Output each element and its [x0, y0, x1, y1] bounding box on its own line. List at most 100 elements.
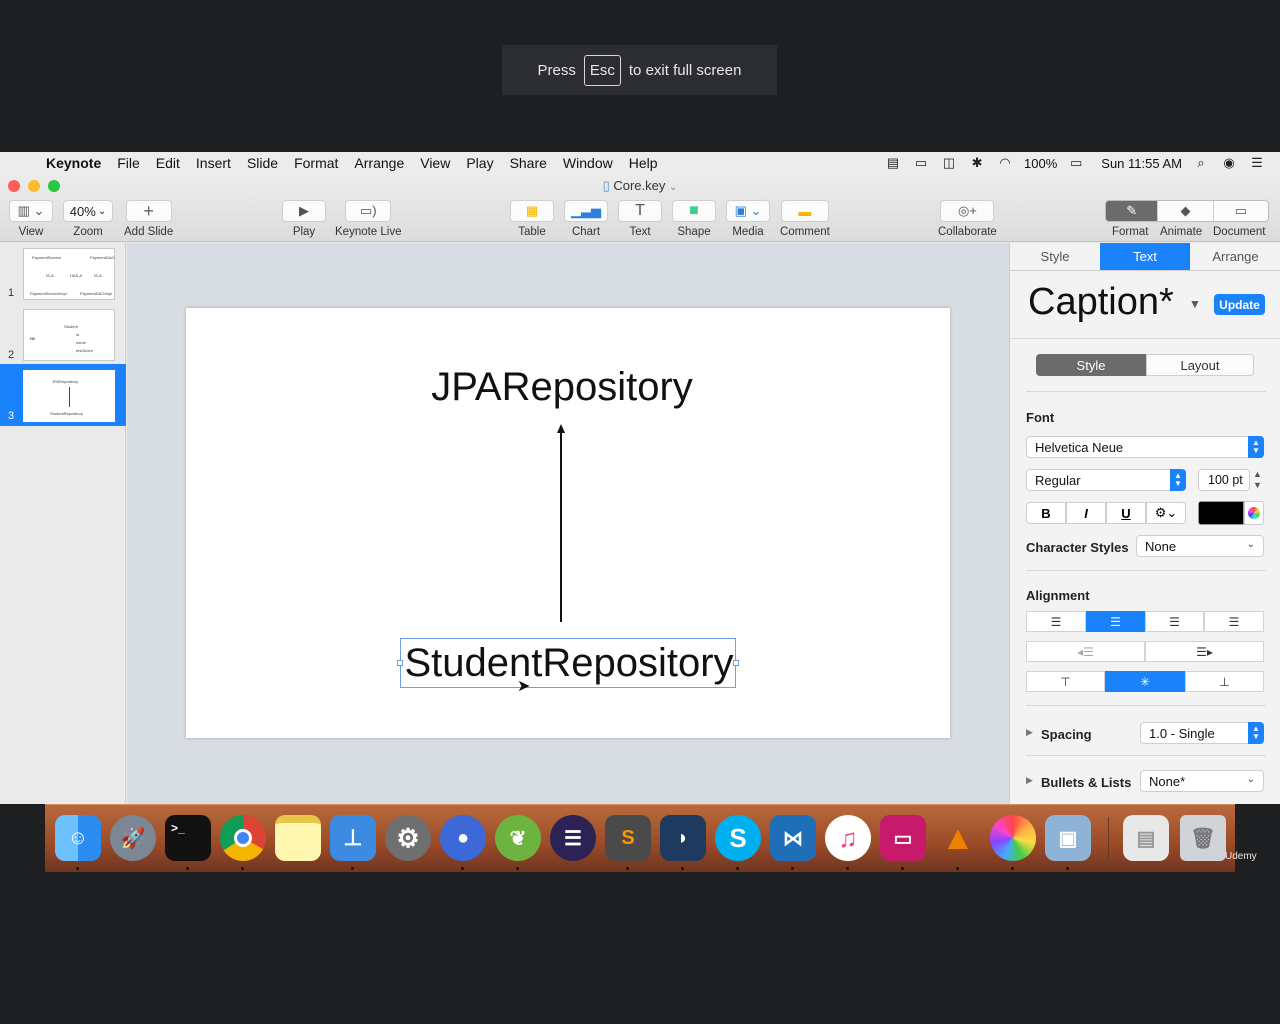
italic-button[interactable]: I: [1066, 502, 1106, 524]
wifi-icon[interactable]: ◠: [996, 155, 1014, 170]
tab-arrange[interactable]: Arrange: [1190, 243, 1280, 271]
menu-help[interactable]: Help: [621, 155, 666, 171]
zoom-select[interactable]: 40% ⌄ Zoom: [63, 200, 113, 238]
collaborate-button[interactable]: ◎+ Collaborate: [938, 200, 997, 238]
system-preferences-icon[interactable]: ⚙: [385, 815, 431, 861]
keynote-icon[interactable]: ⊥: [330, 815, 376, 861]
font-weight-select[interactable]: Regular ▲ ▼: [1026, 469, 1186, 491]
character-styles-select[interactable]: None ⌄: [1136, 535, 1264, 557]
chart-button[interactable]: ▁▃▅ Chart: [564, 200, 608, 238]
decrease-indent-button[interactable]: ◂☰: [1026, 641, 1145, 662]
bullets-lists-label[interactable]: Bullets & Lists: [1041, 775, 1131, 790]
slide-canvas[interactable]: JPARepository StudentRepository ➤: [186, 308, 950, 738]
itunes-icon[interactable]: ♫: [825, 815, 871, 861]
spacing-label[interactable]: Spacing: [1041, 727, 1092, 742]
selection-handle-right[interactable]: [733, 660, 739, 666]
view-button[interactable]: ▥ ⌄ View: [9, 200, 53, 238]
text-button[interactable]: T Text: [618, 200, 662, 238]
justify-button[interactable]: ☰: [1204, 611, 1264, 632]
font-size-stepper-icon[interactable]: ▲ ▼: [1253, 469, 1262, 491]
documents-icon[interactable]: ▤: [1123, 815, 1169, 861]
chrome-icon[interactable]: [220, 815, 266, 861]
paragraph-style-chevron-icon[interactable]: ▼: [1189, 297, 1201, 311]
format-brush-icon[interactable]: ✎: [1106, 201, 1158, 221]
text-options-gear-icon[interactable]: ⚙⌄: [1146, 502, 1186, 524]
menu-slide[interactable]: Slide: [239, 155, 286, 171]
screen-recorder-icon[interactable]: ●: [440, 815, 486, 861]
increase-indent-button[interactable]: ☰▸: [1145, 641, 1264, 662]
eclipse-icon[interactable]: ☰: [550, 815, 596, 861]
menu-insert[interactable]: Insert: [188, 155, 239, 171]
subtab-style[interactable]: Style: [1036, 354, 1146, 376]
text-color-well[interactable]: [1198, 501, 1244, 525]
slide-thumbnail-3[interactable]: JPARepository StudentRepository: [23, 370, 115, 422]
bluetooth-icon[interactable]: ✱: [968, 155, 986, 170]
underline-button[interactable]: U: [1106, 502, 1146, 524]
color-wheel-icon[interactable]: [1244, 501, 1264, 525]
spotlight-search-icon[interactable]: ⌕: [1192, 155, 1210, 170]
menu-share[interactable]: Share: [502, 155, 555, 171]
trash-icon[interactable]: 🗑: [1180, 815, 1226, 861]
menu-view[interactable]: View: [412, 155, 458, 171]
spacing-select[interactable]: 1.0 - Single ▲ ▼: [1140, 722, 1264, 744]
menu-file[interactable]: File: [109, 155, 148, 171]
cleanmymac-icon[interactable]: ▭: [880, 815, 926, 861]
disclosure-triangle-icon[interactable]: ▶: [1026, 775, 1033, 786]
battery-icon[interactable]: ▭: [1067, 155, 1085, 170]
document-title[interactable]: ▯ Core.key ⌄: [0, 178, 1280, 194]
media-button[interactable]: ▣ ⌄ Media: [726, 200, 770, 238]
menu-arrange[interactable]: Arrange: [346, 155, 412, 171]
font-size-input[interactable]: 100 pt: [1198, 469, 1250, 491]
finder-icon[interactable]: ☺: [55, 815, 101, 861]
slide-thumbnail-1[interactable]: PaymentService PaymentDAO IS-A HAS-A IS-…: [23, 248, 115, 300]
docker-icon[interactable]: ▤: [884, 155, 902, 170]
menu-edit[interactable]: Edit: [148, 155, 188, 171]
sublime-text-icon[interactable]: S: [605, 815, 651, 861]
shape-button[interactable]: ■ Shape: [672, 200, 716, 238]
update-style-button[interactable]: Update: [1214, 294, 1265, 315]
terminal-icon[interactable]: >_: [165, 815, 211, 861]
table-button[interactable]: ▦ Table: [510, 200, 554, 238]
menu-window[interactable]: Window: [555, 155, 621, 171]
play-button[interactable]: ▶ Play: [282, 200, 326, 238]
photos-icon[interactable]: [990, 815, 1036, 861]
align-center-button[interactable]: ☰: [1086, 611, 1145, 632]
slide-canvas-area[interactable]: JPARepository StudentRepository ➤: [127, 243, 1009, 804]
align-right-button[interactable]: ☰: [1145, 611, 1204, 632]
camera-icon[interactable]: ◫: [940, 155, 958, 170]
align-top-button[interactable]: ⊤: [1026, 671, 1105, 692]
notification-center-icon[interactable]: ☰: [1248, 155, 1266, 170]
align-middle-button[interactable]: ✳: [1105, 671, 1185, 692]
font-family-select[interactable]: Helvetica Neue ▲ ▼: [1026, 436, 1264, 458]
airplay-icon[interactable]: ▭: [912, 155, 930, 170]
slide-title-text[interactable]: JPARepository: [186, 365, 938, 410]
disclosure-triangle-icon[interactable]: ▶: [1026, 727, 1033, 738]
comment-button[interactable]: ▬ Comment: [780, 200, 830, 238]
menubar-clock[interactable]: Sun 11:55 AM: [1101, 156, 1182, 171]
animate-icon[interactable]: ◆: [1157, 201, 1213, 221]
siri-icon[interactable]: ◉: [1220, 155, 1238, 170]
align-left-button[interactable]: ☰: [1026, 611, 1086, 632]
tab-style[interactable]: Style: [1010, 243, 1100, 271]
document-icon[interactable]: ▭: [1212, 201, 1268, 221]
menu-play[interactable]: Play: [458, 155, 501, 171]
add-slide-button[interactable]: + Add Slide: [124, 200, 173, 238]
spring-tool-icon[interactable]: ❦: [495, 815, 541, 861]
menu-format[interactable]: Format: [286, 155, 346, 171]
skype-icon[interactable]: S: [715, 815, 761, 861]
paragraph-style-name[interactable]: Caption*: [1028, 281, 1174, 324]
slide-thumbnail-2[interactable]: Student id name testScore H2: [23, 309, 115, 361]
notes-icon[interactable]: [275, 815, 321, 861]
align-bottom-button[interactable]: ⊥: [1185, 671, 1264, 692]
subtab-layout[interactable]: Layout: [1146, 354, 1254, 376]
keynote-live-button[interactable]: ▭) Keynote Live: [335, 200, 402, 238]
vscode-icon[interactable]: ⋈: [770, 815, 816, 861]
preview-icon[interactable]: ▣: [1045, 815, 1091, 861]
bold-button[interactable]: B: [1026, 502, 1066, 524]
bullets-select[interactable]: None* ⌄: [1140, 770, 1264, 792]
selection-handle-left[interactable]: [397, 660, 403, 666]
vlc-icon[interactable]: ▲: [935, 815, 981, 861]
launchpad-icon[interactable]: 🚀: [110, 815, 156, 861]
caption-text-box[interactable]: StudentRepository: [397, 638, 739, 688]
mysql-workbench-icon[interactable]: ◗: [660, 815, 706, 861]
